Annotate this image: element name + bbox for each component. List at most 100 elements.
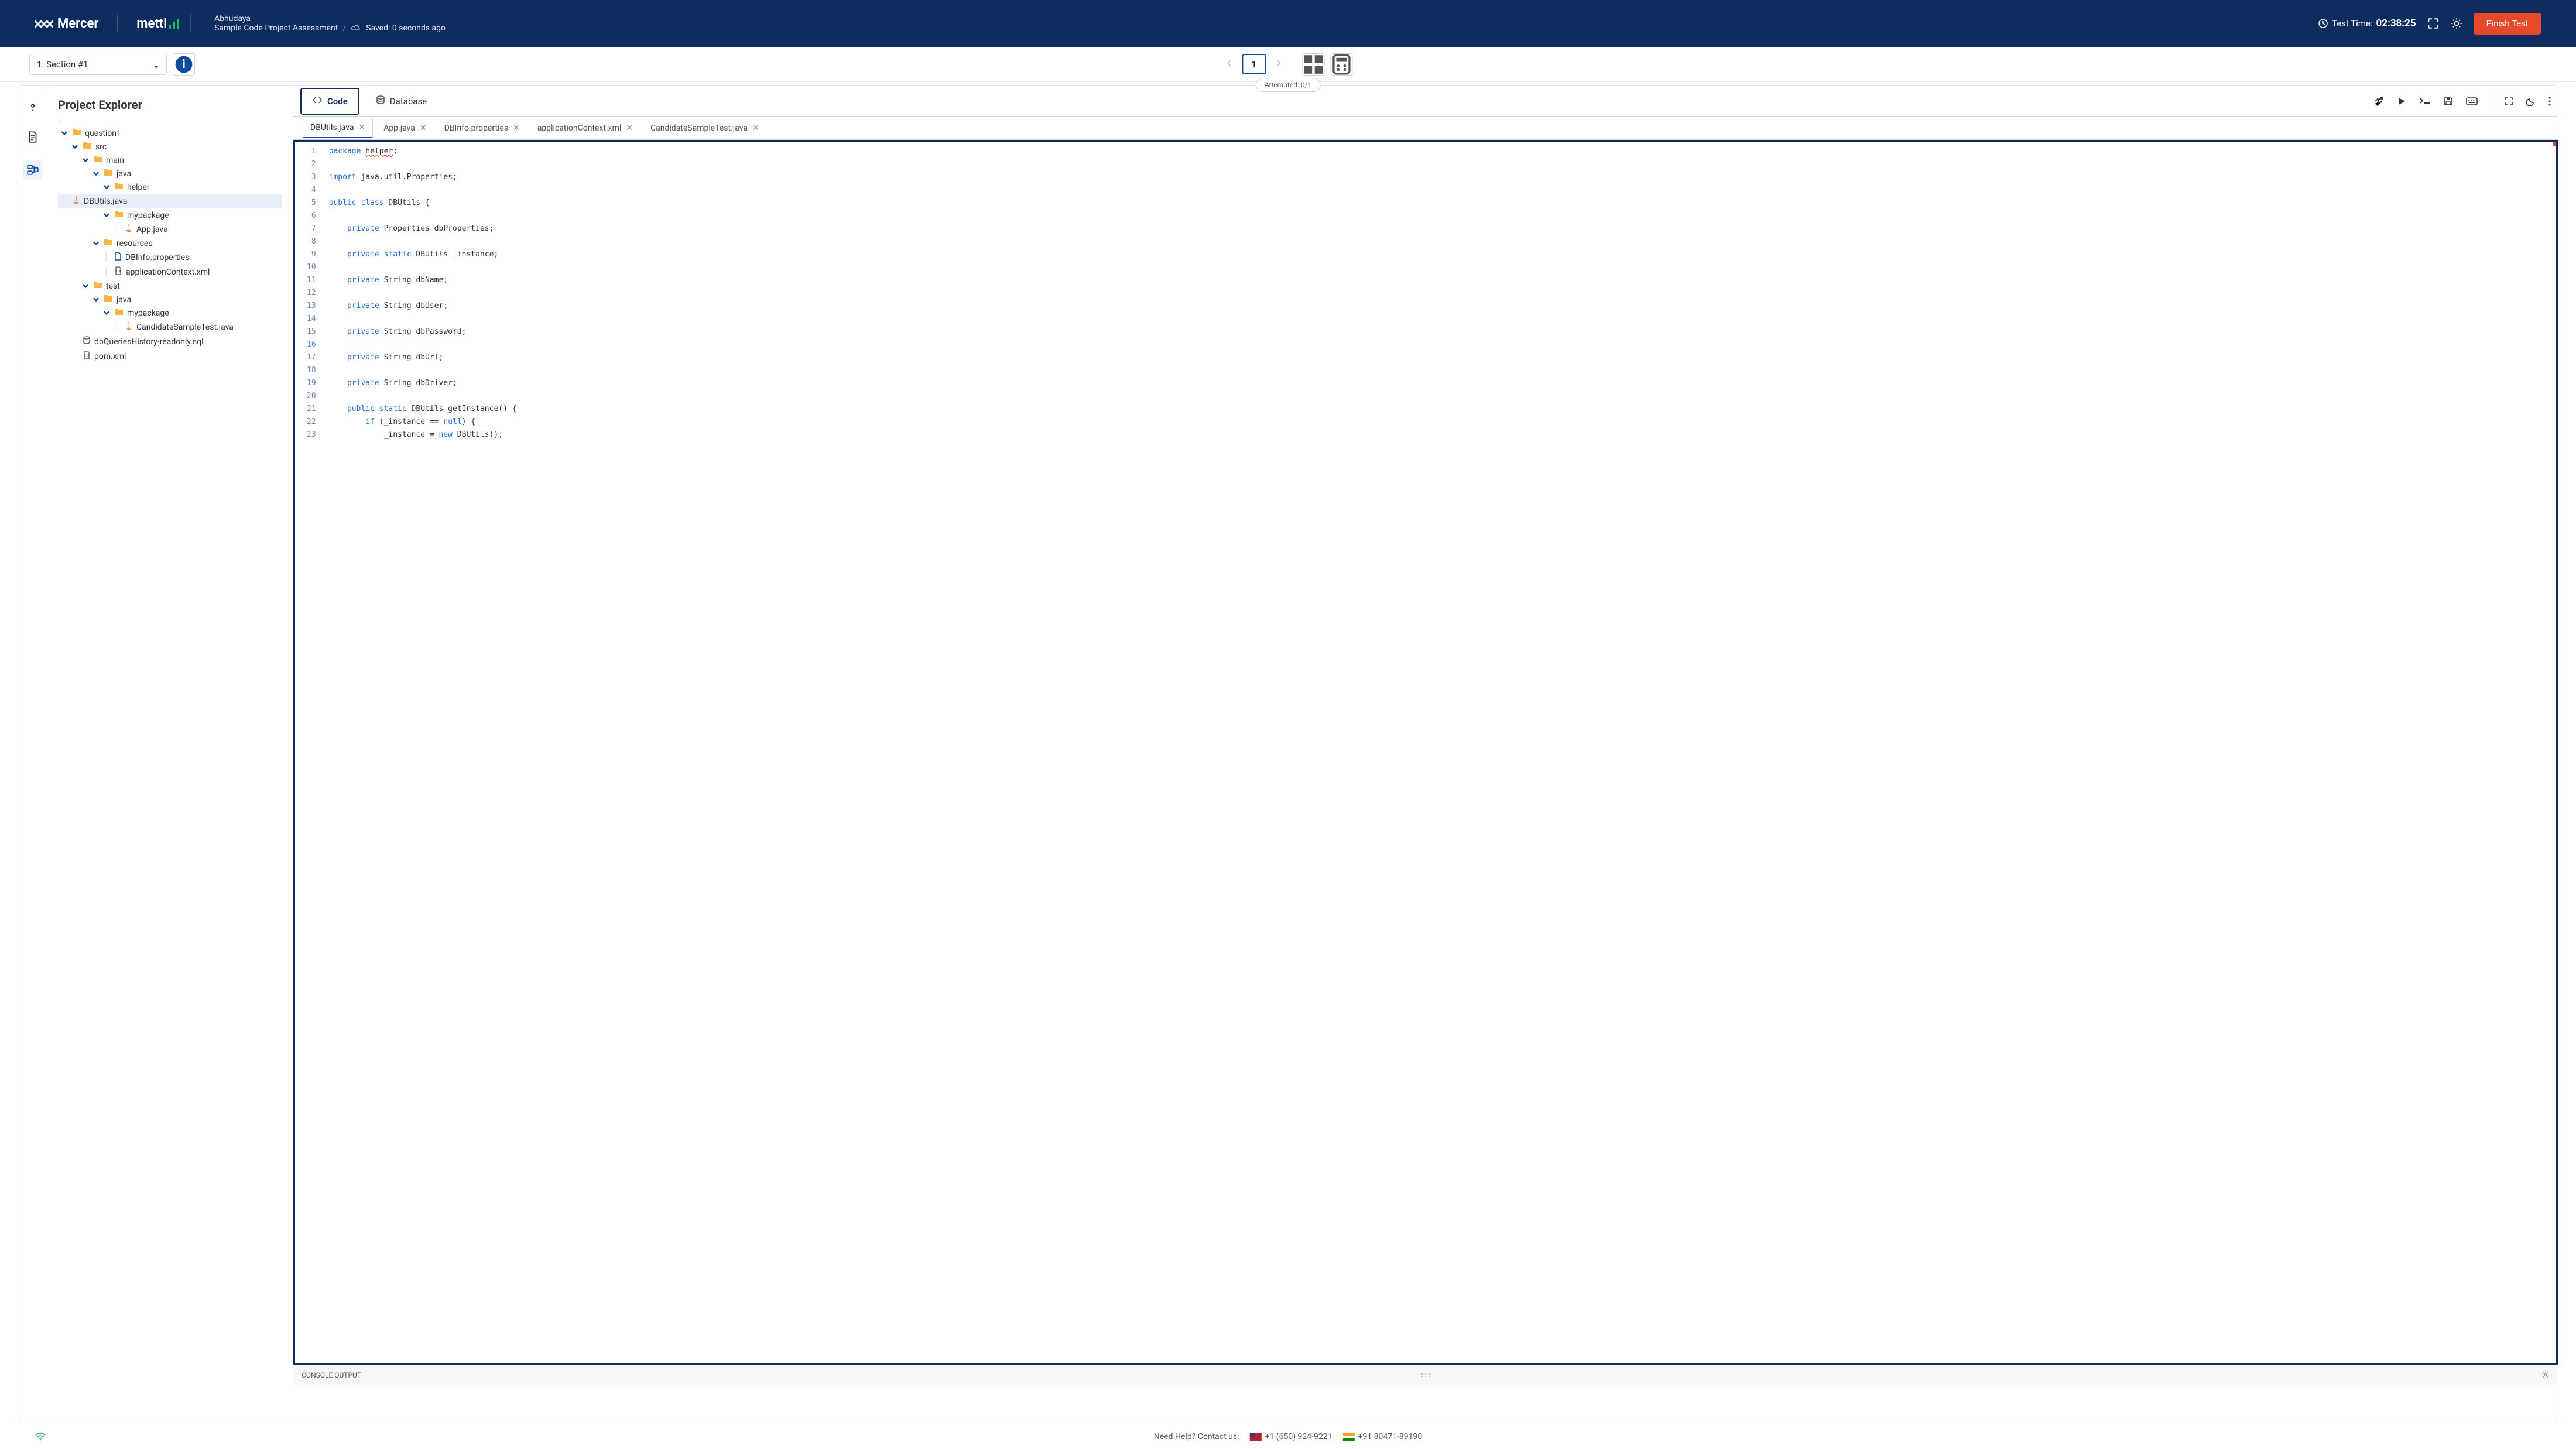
tree-item[interactable]: java xyxy=(58,293,282,306)
more-icon[interactable] xyxy=(2548,97,2551,106)
explorer-icon[interactable] xyxy=(23,160,43,180)
tree-label: question1 xyxy=(85,129,121,138)
header: Mercer mettl Abhudaya Sample Code Projec… xyxy=(0,0,2576,47)
mercer-icon xyxy=(35,18,53,29)
file-tabs: DBUtils.java✕App.java✕ DBInfo.properties ✕… xyxy=(293,117,2558,140)
code-editor[interactable]: 1234567891011121314151617181920212223 pa… xyxy=(293,140,2558,1365)
xml-file-icon xyxy=(114,266,122,278)
file-tab-label: DBInfo.properties xyxy=(444,124,508,133)
tree-item[interactable]: │App.java xyxy=(58,222,282,237)
save-icon[interactable] xyxy=(2444,97,2453,106)
console-title: CONSOLE OUTPUT xyxy=(302,1371,361,1379)
drag-handle-icon[interactable] xyxy=(1420,1371,1431,1379)
tree-item[interactable]: dbQueriesHistory-readonly.sql xyxy=(58,334,282,349)
line-gutter: 1234567891011121314151617181920212223 xyxy=(295,142,322,1363)
tree-label: dbQueriesHistory-readonly.sql xyxy=(94,337,204,347)
tree-label: CandidateSampleTest.java xyxy=(136,323,234,332)
xml-file-icon xyxy=(83,351,91,362)
collapse-icon[interactable] xyxy=(2427,17,2440,30)
tree-item[interactable]: test xyxy=(58,279,282,293)
info-button[interactable]: i xyxy=(173,53,195,76)
chevron-down-icon xyxy=(102,183,111,191)
test-time-value: 02:38:25 xyxy=(2376,18,2416,29)
tree-item[interactable]: question1 xyxy=(58,126,282,140)
tree-item[interactable]: helper xyxy=(58,180,282,194)
tree-label: src xyxy=(95,142,107,152)
chevron-down-icon xyxy=(102,309,111,317)
terminal-icon[interactable] xyxy=(2419,97,2431,105)
test-time-label: Test Time: xyxy=(2332,18,2373,29)
tree-label: DBInfo.properties xyxy=(125,253,189,262)
pager-prev-icon[interactable] xyxy=(1223,55,1236,73)
console-settings-icon[interactable] xyxy=(2541,1370,2550,1380)
tree-item[interactable]: mypackage xyxy=(58,306,282,320)
close-icon[interactable]: ✕ xyxy=(752,124,759,133)
code-lines[interactable]: package helper; import java.util.Propert… xyxy=(322,142,2556,1363)
footer-center: Need Help? Contact us: +1 (650) 924-9221… xyxy=(1154,1432,1422,1441)
file-tab[interactable]: CandidateSampleTest.java ✕ xyxy=(643,119,766,138)
tree-item[interactable]: java xyxy=(58,167,282,180)
folder-icon xyxy=(114,308,124,318)
side-rail xyxy=(18,86,47,1420)
clock-icon xyxy=(2318,18,2328,29)
tree-item[interactable]: main xyxy=(58,153,282,167)
tree-item[interactable]: │applicationContext.xml xyxy=(58,265,282,279)
tree-item[interactable]: │DBInfo.properties xyxy=(58,250,282,265)
file-tab[interactable]: App.java✕ xyxy=(376,119,433,138)
grid-view-button[interactable] xyxy=(1303,53,1325,76)
fullscreen-icon[interactable] xyxy=(2504,97,2513,106)
console-header[interactable]: CONSOLE OUTPUT xyxy=(293,1365,2558,1385)
code-icon xyxy=(312,96,323,107)
cloud-icon xyxy=(351,24,361,32)
calculator-button[interactable] xyxy=(1331,53,1353,76)
breadcrumb: Sample Code Project Assessment / Saved: … xyxy=(214,23,446,33)
help-text: Need Help? Contact us: xyxy=(1154,1432,1239,1441)
folder-icon xyxy=(83,142,92,152)
close-icon[interactable]: ✕ xyxy=(358,123,365,132)
breadcrumb-title: Sample Code Project Assessment xyxy=(214,23,338,33)
java-file-icon xyxy=(125,321,133,333)
breadcrumb-sep: / xyxy=(342,23,346,33)
chevron-down-icon xyxy=(71,143,79,151)
document-icon[interactable] xyxy=(26,131,39,143)
keyboard-icon[interactable] xyxy=(2466,97,2478,105)
run-icon[interactable] xyxy=(2397,97,2406,106)
tree-item[interactable]: │CandidateSampleTest.java xyxy=(58,320,282,334)
finish-test-button[interactable]: Finish Test xyxy=(2474,13,2541,35)
folder-icon xyxy=(93,281,102,291)
close-icon[interactable]: ✕ xyxy=(420,124,427,133)
pager-current[interactable]: 1 xyxy=(1242,54,1266,74)
tree-item[interactable]: │DBUtils.java xyxy=(58,194,282,208)
tree-item[interactable]: pom.xml xyxy=(58,349,282,364)
flag-in-icon xyxy=(1343,1433,1355,1441)
saved-text: Saved: 0 seconds ago xyxy=(366,23,446,33)
logo-area: Mercer mettl xyxy=(35,15,181,32)
file-tab[interactable]: applicationContext.xml✕ xyxy=(530,119,640,138)
mettl-bar-icon xyxy=(168,18,181,29)
tree-item[interactable]: src xyxy=(58,140,282,153)
settings-icon[interactable] xyxy=(2450,17,2463,30)
chevron-down-icon xyxy=(92,239,100,248)
database-icon xyxy=(376,95,385,107)
chevron-down-icon xyxy=(92,170,100,178)
section-dropdown[interactable]: 1. Section #1 xyxy=(29,54,167,75)
tree-item[interactable]: mypackage xyxy=(58,208,282,222)
chevron-down-icon xyxy=(81,156,90,165)
theme-icon[interactable] xyxy=(2526,97,2536,106)
editor-tab-code[interactable]: Code xyxy=(300,88,359,115)
editor-tab-database[interactable]: Database xyxy=(365,88,437,115)
build-icon[interactable] xyxy=(2373,96,2384,107)
console-body xyxy=(293,1385,2558,1420)
tab-label: Code xyxy=(327,96,348,107)
file-tab-label: CandidateSampleTest.java xyxy=(650,124,748,133)
file-tab[interactable]: DBInfo.properties ✕ xyxy=(437,119,527,138)
pager-next-icon[interactable] xyxy=(1272,55,1285,73)
close-icon[interactable]: ✕ xyxy=(626,124,633,133)
folder-icon xyxy=(104,294,113,304)
close-icon[interactable]: ✕ xyxy=(513,124,520,133)
chevron-down-icon xyxy=(102,211,111,220)
file-tab[interactable]: DBUtils.java✕ xyxy=(303,118,373,138)
tree-item[interactable]: resources xyxy=(58,237,282,250)
explorer-title: Project Explorer xyxy=(58,98,282,112)
help-icon[interactable] xyxy=(26,101,39,114)
